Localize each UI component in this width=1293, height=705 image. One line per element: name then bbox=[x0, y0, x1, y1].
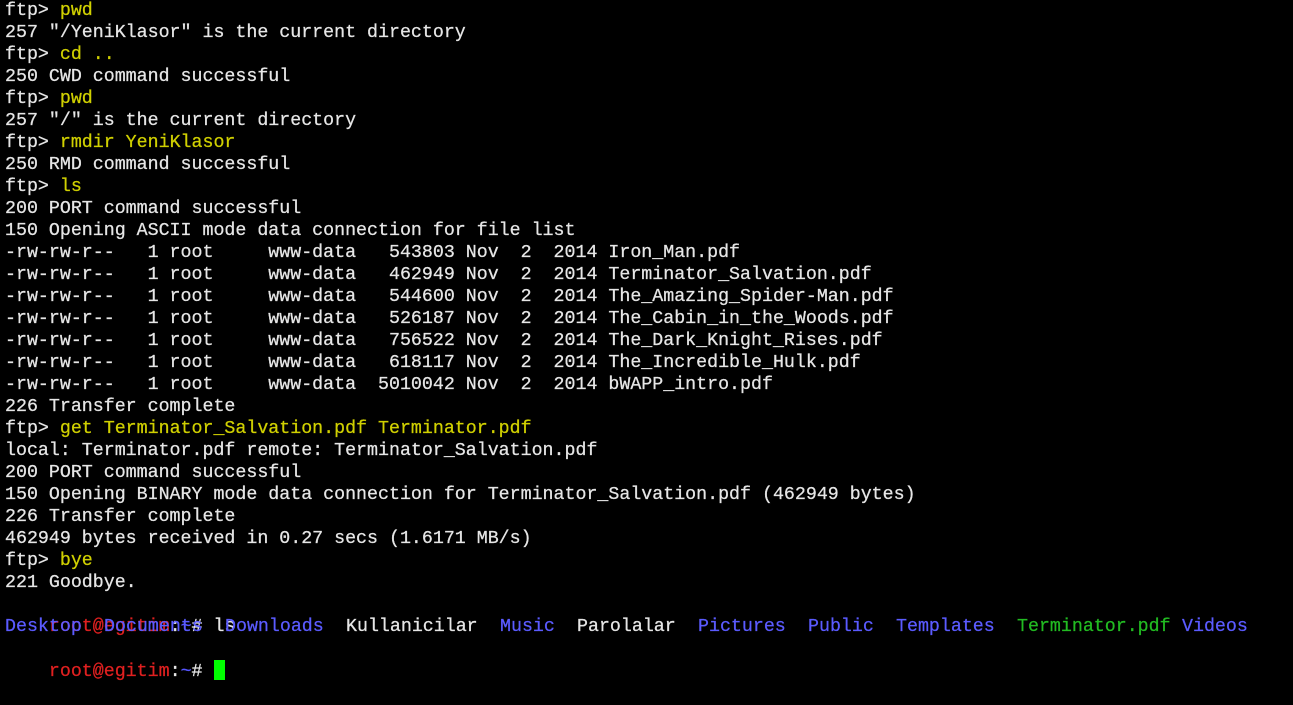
ftp-output-text: 226 Transfer complete bbox=[5, 397, 236, 417]
ftp-session-output: ftp> pwd 257 "/YeniKlasor" is the current… bbox=[5, 0, 1293, 594]
ftp-prompt: ftp> bbox=[5, 551, 60, 571]
ls-entry-documents: Documents bbox=[104, 617, 203, 637]
ftp-output-line: 257 "/" is the current directory bbox=[5, 110, 1293, 132]
ftp-output-text: 257 "/YeniKlasor" is the current directo… bbox=[5, 23, 466, 43]
ls-entry-videos: Videos bbox=[1182, 617, 1248, 637]
ftp-output-text: -rw-rw-r-- 1 root www-data 5010042 Nov 2… bbox=[5, 375, 773, 395]
ftp-command-text: pwd bbox=[59, 1, 93, 21]
ftp-output-line: -rw-rw-r-- 1 root www-data 526187 Nov 2 … bbox=[5, 308, 1293, 330]
ls-entry-kullanicilar: Kullanicilar bbox=[346, 617, 478, 637]
ftp-command-line: ftp> ls bbox=[5, 176, 1293, 198]
ftp-output-text: 221 Goodbye. bbox=[5, 573, 137, 593]
ftp-output-text: 250 CWD command successful bbox=[5, 67, 291, 87]
ftp-command-text: get Terminator_Salvation.pdf Terminator.… bbox=[59, 419, 532, 439]
ftp-output-text: -rw-rw-r-- 1 root www-data 526187 Nov 2 … bbox=[5, 309, 894, 329]
ftp-output-text: 250 RMD command successful bbox=[5, 155, 291, 175]
ftp-output-text: -rw-rw-r-- 1 root www-data 756522 Nov 2 … bbox=[5, 331, 883, 351]
ftp-output-text: 200 PORT command successful bbox=[5, 463, 302, 483]
ftp-output-line: 200 PORT command successful bbox=[5, 462, 1293, 484]
ftp-output-line: local: Terminator.pdf remote: Terminator… bbox=[5, 440, 1293, 462]
ls-entry-desktop: Desktop bbox=[5, 617, 82, 637]
ftp-output-text: 462949 bytes received in 0.27 secs (1.61… bbox=[5, 529, 532, 549]
ls-entry-pictures: Pictures bbox=[698, 617, 786, 637]
ftp-output-text: -rw-rw-r-- 1 root www-data 544600 Nov 2 … bbox=[5, 287, 894, 307]
ftp-output-line: -rw-rw-r-- 1 root www-data 618117 Nov 2 … bbox=[5, 352, 1293, 374]
text-cursor[interactable] bbox=[213, 660, 225, 680]
ftp-output-line: 250 CWD command successful bbox=[5, 66, 1293, 88]
ls-entry-music: Music bbox=[500, 617, 555, 637]
ftp-command-line: ftp> get Terminator_Salvation.pdf Termin… bbox=[5, 418, 1293, 440]
ftp-command-line: ftp> rmdir YeniKlasor bbox=[5, 132, 1293, 154]
ftp-prompt: ftp> bbox=[5, 89, 60, 109]
ftp-output-line: 226 Transfer complete bbox=[5, 396, 1293, 418]
ls-entry-terminator-pdf: Terminator.pdf bbox=[1017, 617, 1171, 637]
ftp-output-text: -rw-rw-r-- 1 root www-data 462949 Nov 2 … bbox=[5, 265, 872, 285]
ls-output: Desktop Documents Downloads Kullanicilar Mus… bbox=[5, 616, 1293, 638]
ftp-output-text: 200 PORT command successful bbox=[5, 199, 302, 219]
ls-entry-public: Public bbox=[808, 617, 874, 637]
ftp-output-text: local: Terminator.pdf remote: Terminator… bbox=[5, 441, 598, 461]
ftp-output-text: 150 Opening ASCII mode data connection f… bbox=[5, 221, 576, 241]
shell-prompt-line-ls: root@egitim:~# ls bbox=[5, 594, 1293, 637]
ftp-command-line: ftp> pwd bbox=[5, 0, 1293, 22]
ftp-output-line: 462949 bytes received in 0.27 secs (1.61… bbox=[5, 528, 1293, 550]
ftp-output-line: 200 PORT command successful bbox=[5, 198, 1293, 220]
ftp-output-line: 250 RMD command successful bbox=[5, 154, 1293, 176]
ls-entry-templates: Templates bbox=[896, 617, 995, 637]
prompt-path: ~ bbox=[180, 662, 192, 682]
ftp-output-text: 226 Transfer complete bbox=[5, 507, 236, 527]
ftp-output-line: 221 Goodbye. bbox=[5, 572, 1293, 594]
ftp-output-line: -rw-rw-r-- 1 root www-data 544600 Nov 2 … bbox=[5, 286, 1293, 308]
ftp-output-text: -rw-rw-r-- 1 root www-data 543803 Nov 2 … bbox=[5, 243, 741, 263]
ftp-output-line: 150 Opening BINARY mode data connection … bbox=[5, 484, 1293, 506]
ftp-prompt: ftp> bbox=[5, 1, 60, 21]
ftp-command-line: ftp> pwd bbox=[5, 88, 1293, 110]
ftp-output-line: 150 Opening ASCII mode data connection f… bbox=[5, 220, 1293, 242]
ftp-output-line: -rw-rw-r-- 1 root www-data 543803 Nov 2 … bbox=[5, 242, 1293, 264]
ftp-command-line: ftp> cd .. bbox=[5, 44, 1293, 66]
shell-prompt-line-active[interactable]: root@egitim:~# bbox=[5, 638, 1293, 682]
ftp-output-line: -rw-rw-r-- 1 root www-data 756522 Nov 2 … bbox=[5, 330, 1293, 352]
ftp-output-line: -rw-rw-r-- 1 root www-data 462949 Nov 2 … bbox=[5, 264, 1293, 286]
ftp-command-text: ls bbox=[59, 177, 82, 197]
ls-entry-downloads: Downloads bbox=[225, 617, 324, 637]
ftp-output-text: 150 Opening BINARY mode data connection … bbox=[5, 485, 916, 505]
ftp-output-text: -rw-rw-r-- 1 root www-data 618117 Nov 2 … bbox=[5, 353, 861, 373]
ftp-prompt: ftp> bbox=[5, 45, 60, 65]
ftp-command-text: cd .. bbox=[59, 45, 115, 65]
ftp-output-line: 257 "/YeniKlasor" is the current directo… bbox=[5, 22, 1293, 44]
ftp-command-line: ftp> bye bbox=[5, 550, 1293, 572]
ftp-command-text: pwd bbox=[59, 89, 93, 109]
ftp-prompt: ftp> bbox=[5, 177, 60, 197]
prompt-user-host: root@egitim bbox=[48, 662, 170, 682]
ls-entry-parolalar: Parolalar bbox=[577, 617, 676, 637]
ftp-prompt: ftp> bbox=[5, 419, 60, 439]
ftp-output-text: 257 "/" is the current directory bbox=[5, 111, 357, 131]
ftp-command-text: rmdir YeniKlasor bbox=[59, 133, 236, 153]
ftp-prompt: ftp> bbox=[5, 133, 60, 153]
ftp-command-text: bye bbox=[59, 551, 93, 571]
terminal-window[interactable]: ftp> pwd 257 "/YeniKlasor" is the current… bbox=[5, 0, 1293, 682]
ftp-output-line: -rw-rw-r-- 1 root www-data 5010042 Nov 2… bbox=[5, 374, 1293, 396]
ftp-output-line: 226 Transfer complete bbox=[5, 506, 1293, 528]
prompt-separator: : bbox=[169, 662, 181, 682]
prompt-symbol: # bbox=[191, 662, 214, 682]
